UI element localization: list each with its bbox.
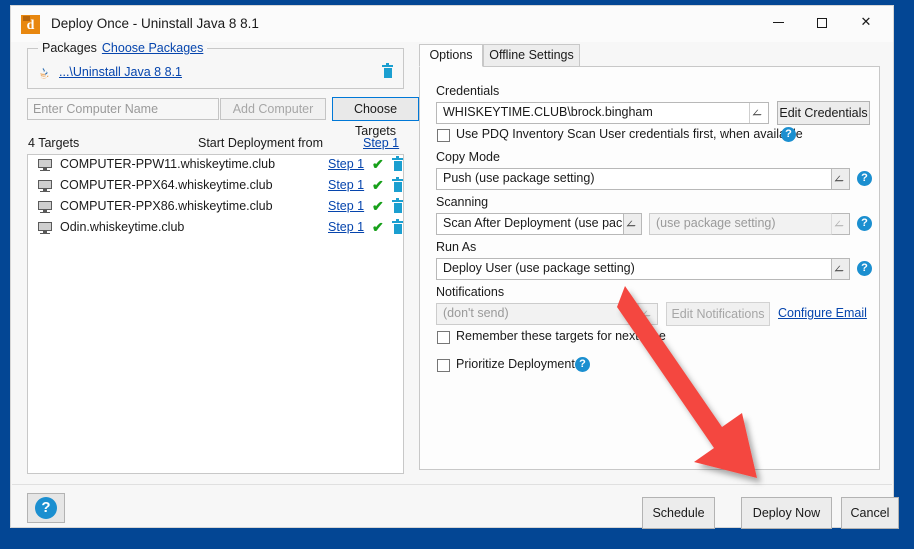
scanning-combo[interactable]: Scan After Deployment (use pac... — [436, 213, 642, 235]
scan-profile-value: (use package setting) — [656, 216, 776, 230]
target-status-check-icon: ✔ — [372, 156, 384, 172]
maximize-button[interactable] — [801, 6, 843, 37]
notifications-combo: (don't send) — [436, 303, 658, 325]
title-bar: d Deploy Once - Uninstall Java 8 8.1 ✕ — [11, 6, 893, 42]
prioritize-help-icon[interactable]: ? — [575, 357, 590, 372]
start-deployment-from-label: Start Deployment from — [198, 136, 324, 150]
deploy-once-window: d Deploy Once - Uninstall Java 8 8.1 ✕ P… — [10, 5, 899, 529]
tab-options[interactable]: Options — [419, 44, 483, 67]
close-button[interactable]: ✕ — [845, 6, 887, 37]
window-title: Deploy Once - Uninstall Java 8 8.1 — [51, 16, 259, 31]
choose-targets-button[interactable]: Choose Targets — [332, 97, 419, 138]
scan-profile-combo: (use package setting) — [649, 213, 850, 235]
chevron-down-icon[interactable] — [749, 103, 768, 123]
target-step-link[interactable]: Step 1 — [328, 157, 364, 171]
target-step-link[interactable]: Step 1 — [328, 220, 364, 234]
scan-user-help-icon[interactable]: ? — [781, 127, 796, 142]
footer-divider — [12, 484, 892, 485]
scanning-value: Scan After Deployment (use pac... — [443, 216, 633, 230]
target-name: COMPUTER-PPW11.whiskeytime.club — [60, 157, 276, 171]
remember-targets-label: Remember these targets for next time — [456, 329, 666, 343]
pdq-deploy-icon: d — [21, 15, 40, 34]
package-name-link[interactable]: ...\Uninstall Java 8 8.1 — [59, 65, 182, 79]
add-computer-button: Add Computer — [220, 98, 326, 120]
targets-pane: Packages Choose Packages ...\Uninstall Ja… — [27, 41, 419, 477]
help-icon: ? — [35, 497, 57, 519]
minimize-button[interactable] — [757, 6, 799, 37]
options-pane: Options Offline Settings Credentials WHI… — [414, 44, 880, 477]
packages-group: Packages Choose Packages ...\Uninstall Ja… — [27, 41, 405, 89]
run-as-label: Run As — [436, 240, 477, 254]
target-status-check-icon: ✔ — [372, 219, 384, 235]
run-as-combo[interactable]: Deploy User (use package setting) — [436, 258, 850, 280]
options-tab-panel: Credentials WHISKEYTIME.CLUB\brock.bingh… — [419, 66, 880, 470]
packages-legend: Packages Choose Packages — [38, 41, 208, 55]
help-button[interactable]: ? — [27, 493, 65, 523]
chevron-down-icon — [831, 213, 850, 235]
cancel-button[interactable]: Cancel — [841, 497, 899, 529]
target-row[interactable]: COMPUTER-PPX64.whiskeytime.club Step 1 ✔ — [28, 176, 403, 197]
minimize-icon — [772, 22, 784, 24]
chevron-down-icon[interactable] — [831, 258, 850, 280]
computer-icon — [38, 159, 52, 172]
close-icon: ✕ — [860, 14, 872, 29]
credentials-combo[interactable]: WHISKEYTIME.CLUB\brock.bingham — [436, 102, 769, 124]
chevron-down-icon — [638, 304, 657, 324]
target-row[interactable]: COMPUTER-PPW11.whiskeytime.club Step 1 ✔ — [28, 155, 403, 176]
copy-mode-label: Copy Mode — [436, 150, 500, 164]
target-name: Odin.whiskeytime.club — [60, 220, 185, 234]
target-step-link[interactable]: Step 1 — [328, 178, 364, 192]
deploy-now-button[interactable]: Deploy Now — [741, 497, 832, 529]
packages-label: Packages — [42, 41, 97, 55]
run-as-help-icon[interactable]: ? — [857, 261, 872, 276]
targets-count-label: 4 Targets — [28, 136, 80, 150]
computer-name-input[interactable] — [27, 98, 219, 120]
java-package-icon — [40, 67, 49, 79]
scanning-label: Scanning — [436, 195, 489, 209]
remove-target-icon[interactable] — [392, 219, 403, 237]
tab-offline-settings[interactable]: Offline Settings — [483, 44, 580, 67]
edit-notifications-button: Edit Notifications — [666, 302, 770, 326]
computer-icon — [38, 201, 52, 214]
credentials-value: WHISKEYTIME.CLUB\brock.bingham — [443, 105, 653, 119]
edit-credentials-button[interactable]: Edit Credentials — [777, 101, 870, 125]
remember-targets-checkbox[interactable] — [437, 331, 450, 344]
target-step-link[interactable]: Step 1 — [328, 199, 364, 213]
credentials-label: Credentials — [436, 84, 500, 98]
package-row: ...\Uninstall Java 8 8.1 — [28, 62, 405, 86]
schedule-button[interactable]: Schedule — [642, 497, 715, 529]
delete-package-icon[interactable] — [382, 63, 393, 81]
scan-user-checkbox-label: Use PDQ Inventory Scan User credentials … — [456, 127, 803, 141]
target-status-check-icon: ✔ — [372, 177, 384, 193]
run-as-value: Deploy User (use package setting) — [443, 261, 635, 275]
prioritize-checkbox[interactable] — [437, 359, 450, 372]
notifications-label: Notifications — [436, 285, 505, 299]
copy-mode-combo[interactable]: Push (use package setting) — [436, 168, 850, 190]
target-status-check-icon: ✔ — [372, 198, 384, 214]
target-row[interactable]: Odin.whiskeytime.club Step 1 ✔ — [28, 218, 403, 239]
chevron-down-icon[interactable] — [831, 168, 850, 190]
configure-email-link[interactable]: Configure Email — [778, 306, 867, 320]
remove-target-icon[interactable] — [392, 156, 403, 174]
copy-mode-help-icon[interactable]: ? — [857, 171, 872, 186]
remove-target-icon[interactable] — [392, 177, 403, 195]
chevron-down-icon[interactable] — [623, 213, 642, 235]
start-deployment-from-link[interactable]: Step 1 — [363, 136, 399, 150]
computer-icon — [38, 222, 52, 235]
remove-target-icon[interactable] — [392, 198, 403, 216]
computer-icon — [38, 180, 52, 193]
copy-mode-value: Push (use package setting) — [443, 171, 595, 185]
notifications-value: (don't send) — [443, 306, 509, 320]
targets-list[interactable]: COMPUTER-PPW11.whiskeytime.club Step 1 ✔ CO… — [27, 154, 404, 474]
target-name: COMPUTER-PPX64.whiskeytime.club — [60, 178, 273, 192]
target-name: COMPUTER-PPX86.whiskeytime.club — [60, 199, 273, 213]
target-row[interactable]: COMPUTER-PPX86.whiskeytime.club Step 1 ✔ — [28, 197, 403, 218]
maximize-icon — [817, 17, 827, 28]
prioritize-label: Prioritize Deployment — [456, 357, 575, 371]
scan-user-checkbox[interactable] — [437, 129, 450, 142]
scanning-help-icon[interactable]: ? — [857, 216, 872, 231]
choose-packages-link[interactable]: Choose Packages — [102, 41, 203, 55]
